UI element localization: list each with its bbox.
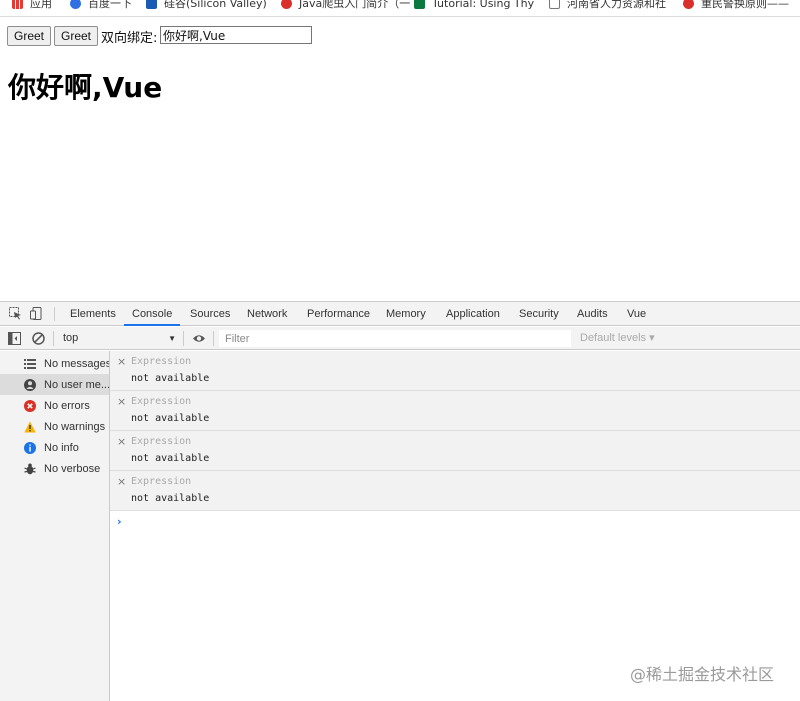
- context-select[interactable]: top ▼: [55, 330, 182, 347]
- clear-console-icon[interactable]: [32, 332, 45, 345]
- warning-icon: [24, 421, 36, 432]
- console-input[interactable]: [131, 513, 791, 529]
- bookmark-icon: [414, 0, 425, 9]
- apps-icon: [12, 0, 23, 9]
- expression-value: not available: [131, 373, 210, 384]
- sidebar-item-verbose[interactable]: No verbose: [0, 458, 109, 479]
- device-toolbar-icon[interactable]: [30, 307, 43, 320]
- bookmark-csdn[interactable]: 重民警换原则——: [683, 0, 789, 12]
- devtools-tab-bar: Elements Console Sources Network Perform…: [0, 302, 800, 326]
- bookmark-label: Java爬虫入门简介（一: [299, 0, 411, 10]
- toolbar-divider: [183, 331, 184, 346]
- default-levels-dropdown[interactable]: Default levels ▾: [580, 330, 655, 347]
- list-icon: [24, 358, 36, 369]
- tab-console[interactable]: Console: [124, 302, 181, 326]
- tab-network[interactable]: Network: [247, 302, 287, 326]
- dropdown-caret-icon: ▼: [168, 334, 176, 343]
- toolbar-divider: [54, 307, 55, 321]
- bookmark-tutorial[interactable]: Tutorial: Using Thy: [414, 0, 534, 12]
- live-expression: × Expression not available: [110, 431, 800, 471]
- console-prompt-icon: ›: [117, 515, 122, 528]
- page-content: Greet Greet 双向绑定: 你好啊,Vue: [0, 18, 800, 301]
- devtools-panel: Elements Console Sources Network Perform…: [0, 301, 800, 701]
- bookmark-label: 重民警换原则——: [701, 0, 789, 10]
- expression-name[interactable]: Expression: [131, 356, 191, 367]
- csdn-icon: [281, 0, 292, 9]
- bug-icon: [24, 463, 36, 474]
- sidebar-item-label: No messages: [44, 357, 109, 370]
- baidu-icon: [70, 0, 81, 9]
- sidebar-item-errors[interactable]: No errors: [0, 395, 109, 416]
- context-select-value: top: [63, 332, 79, 344]
- tab-memory[interactable]: Memory: [386, 302, 426, 326]
- console-sidebar: No messages No user me... No errors No w…: [0, 351, 110, 701]
- tab-application[interactable]: Application: [446, 302, 500, 326]
- bookmark-java-crawler[interactable]: Java爬虫入门简介（一: [281, 0, 410, 12]
- live-expression: × Expression not available: [110, 351, 800, 391]
- error-icon: [24, 399, 36, 412]
- sidebar-item-label: No user me...: [44, 378, 109, 391]
- sidebar-item-label: No info: [44, 441, 79, 454]
- tab-sources[interactable]: Sources: [190, 302, 230, 326]
- filter-input[interactable]: [219, 330, 571, 347]
- expression-value: not available: [131, 453, 210, 464]
- bookmark-henan-hr[interactable]: 河南省人力资源和社: [549, 0, 666, 12]
- expression-name[interactable]: Expression: [131, 476, 191, 487]
- bookmark-baidu[interactable]: 百度一下: [70, 0, 132, 12]
- sidebar-item-label: No warnings: [44, 420, 106, 433]
- binding-label: 双向绑定:: [101, 31, 158, 46]
- bookmark-icon: [146, 0, 157, 9]
- close-icon[interactable]: ×: [117, 355, 126, 368]
- page-icon: [549, 0, 560, 9]
- bookmark-label: 百度一下: [88, 0, 132, 10]
- expression-value: not available: [131, 493, 210, 504]
- sidebar-item-warnings[interactable]: No warnings: [0, 416, 109, 437]
- bookmark-label: 硅谷(Silicon Valley): [164, 0, 267, 10]
- bookmark-silicon-valley[interactable]: 硅谷(Silicon Valley): [146, 0, 267, 12]
- watermark: @稀土掘金技术社区: [630, 665, 775, 684]
- expression-name[interactable]: Expression: [131, 436, 191, 447]
- live-expression: × Expression not available: [110, 471, 800, 511]
- csdn-icon: [683, 0, 694, 9]
- close-icon[interactable]: ×: [117, 435, 126, 448]
- sidebar-toggle-icon[interactable]: [8, 332, 21, 345]
- bookmark-label: Tutorial: Using Thy: [432, 0, 535, 10]
- console-area: × Expression not available × Expression …: [110, 351, 800, 701]
- tab-vue[interactable]: Vue: [627, 302, 646, 326]
- sidebar-item-label: No errors: [44, 399, 90, 412]
- tab-elements[interactable]: Elements: [70, 302, 116, 326]
- bookmark-label: 河南省人力资源和社: [567, 0, 666, 10]
- bookmark-label: 应用: [30, 0, 52, 10]
- toolbar-divider: [213, 331, 214, 346]
- close-icon[interactable]: ×: [117, 395, 126, 408]
- greet-button-2[interactable]: Greet: [54, 26, 99, 46]
- toolbar-divider: [53, 331, 54, 346]
- bookmark-apps[interactable]: 应用: [12, 0, 52, 12]
- browser-window: 应用 百度一下 硅谷(Silicon Valley) Java爬虫入门简介（一 …: [0, 0, 800, 701]
- info-icon: [24, 441, 36, 454]
- bookmarks-bar: 应用 百度一下 硅谷(Silicon Valley) Java爬虫入门简介（一 …: [0, 0, 800, 17]
- greet-button[interactable]: Greet: [7, 26, 52, 46]
- eye-icon[interactable]: [192, 332, 206, 345]
- inspect-element-icon[interactable]: [9, 307, 22, 320]
- tab-audits[interactable]: Audits: [577, 302, 608, 326]
- message-heading: 你好啊,Vue: [8, 71, 163, 104]
- binding-input[interactable]: [160, 26, 312, 44]
- expression-name[interactable]: Expression: [131, 396, 191, 407]
- sidebar-item-label: No verbose: [44, 462, 101, 475]
- sidebar-item-messages[interactable]: No messages: [0, 353, 109, 374]
- console-toolbar: top ▼ Default levels ▾: [0, 327, 800, 350]
- tab-security[interactable]: Security: [519, 302, 559, 326]
- expression-value: not available: [131, 413, 210, 424]
- live-expression: × Expression not available: [110, 391, 800, 431]
- tab-performance[interactable]: Performance: [307, 302, 370, 326]
- close-icon[interactable]: ×: [117, 475, 126, 488]
- sidebar-item-user-messages[interactable]: No user me...: [0, 374, 109, 395]
- user-icon: [24, 378, 36, 391]
- sidebar-item-info[interactable]: No info: [0, 437, 109, 458]
